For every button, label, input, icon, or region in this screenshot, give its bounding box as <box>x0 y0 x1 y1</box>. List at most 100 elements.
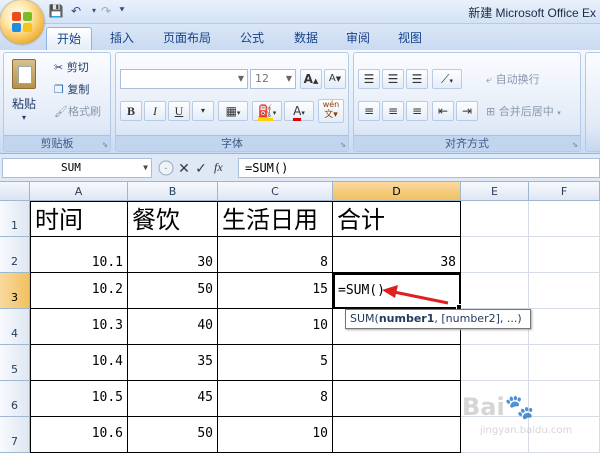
redo-icon[interactable]: ↷ <box>98 3 114 19</box>
table-cell[interactable]: 5 <box>218 345 333 381</box>
save-icon[interactable]: 💾 <box>48 3 64 19</box>
increase-indent-button[interactable]: ⇥ <box>456 101 478 121</box>
column-header[interactable]: E <box>461 182 529 201</box>
column-header-selected[interactable]: D <box>333 182 461 201</box>
table-cell[interactable]: 15 <box>218 273 333 309</box>
office-button[interactable] <box>0 0 44 44</box>
tab-insert[interactable]: 插入 <box>100 27 144 50</box>
table-cell[interactable]: 10.6 <box>30 417 128 453</box>
paste-icon[interactable] <box>12 59 36 89</box>
row-header[interactable]: 5 <box>0 345 30 381</box>
formula-input[interactable]: =SUM() <box>238 158 600 178</box>
shrink-font-button[interactable]: A▼ <box>324 69 346 89</box>
fill-color-button[interactable]: ⛽▾ <box>252 101 282 121</box>
font-name-combo[interactable]: ▼ <box>120 69 248 89</box>
row-header-selected[interactable]: 3 <box>0 273 30 309</box>
table-header-cell[interactable]: 合计 <box>333 201 461 237</box>
table-header-cell[interactable]: 生活日用 <box>218 201 333 237</box>
empty-cell[interactable] <box>529 309 600 345</box>
tab-page-layout[interactable]: 页面布局 <box>152 27 222 50</box>
font-launcher-icon[interactable]: ⬂ <box>340 141 346 149</box>
phonetic-button[interactable]: wén 文▾ <box>318 99 344 123</box>
decrease-indent-button[interactable]: ⇤ <box>432 101 454 121</box>
cancel-icon: ✕ <box>178 161 190 177</box>
table-cell[interactable]: 8 <box>218 381 333 417</box>
merge-center-button[interactable]: ⊞ 合并后居中 ▾ <box>486 103 561 119</box>
align-bottom-button[interactable]: ☰ <box>406 69 428 89</box>
format-painter-button[interactable]: 🖌格式刷 <box>54 103 101 119</box>
table-cell[interactable]: 10.2 <box>30 273 128 309</box>
borders-button[interactable]: ▦▾ <box>218 101 248 121</box>
empty-cell[interactable] <box>461 201 529 237</box>
grow-font-button[interactable]: A▲ <box>300 69 322 89</box>
underline-button[interactable]: U <box>168 101 190 121</box>
table-cell[interactable]: 50 <box>128 273 218 309</box>
tooltip-current-arg[interactable]: number1 <box>379 312 435 325</box>
table-cell[interactable] <box>333 381 461 417</box>
table-cell[interactable]: 35 <box>128 345 218 381</box>
empty-cell[interactable] <box>529 201 600 237</box>
empty-cell[interactable] <box>529 237 600 273</box>
tab-home[interactable]: 开始 <box>46 27 92 50</box>
table-cell[interactable]: 45 <box>128 381 218 417</box>
undo-icon[interactable]: ↶ <box>68 3 84 19</box>
table-cell[interactable]: 50 <box>128 417 218 453</box>
orientation-button[interactable]: ⟋▾ <box>432 69 462 89</box>
align-top-button[interactable]: ☰ <box>358 69 380 89</box>
table-cell[interactable]: 38 <box>333 237 461 273</box>
alignment-launcher-icon[interactable]: ⬂ <box>572 141 578 149</box>
row-header[interactable]: 7 <box>0 417 30 453</box>
table-cell[interactable]: 10.5 <box>30 381 128 417</box>
column-header[interactable]: F <box>529 182 600 201</box>
row-header[interactable]: 1 <box>0 201 30 237</box>
table-cell[interactable] <box>333 417 461 453</box>
row-header[interactable]: 4 <box>0 309 30 345</box>
font-size-combo[interactable]: 12 ▼ <box>250 69 296 89</box>
column-header[interactable]: A <box>30 182 128 201</box>
column-header[interactable]: C <box>218 182 333 201</box>
wrap-text-button[interactable]: ⤶ 自动换行 <box>486 71 540 87</box>
table-cell[interactable] <box>333 345 461 381</box>
empty-cell[interactable] <box>461 237 529 273</box>
table-cell[interactable]: 10.1 <box>30 237 128 273</box>
insert-function-icon[interactable]: fx <box>214 160 223 175</box>
customize-qat-icon[interactable]: ⯆ <box>114 3 130 19</box>
empty-cell[interactable] <box>461 273 529 309</box>
align-center-button[interactable]: ≡ <box>382 101 404 121</box>
select-all-corner[interactable] <box>0 182 30 201</box>
number-group-partial <box>585 52 600 152</box>
row-header[interactable]: 2 <box>0 237 30 273</box>
align-left-button[interactable]: ≡ <box>358 101 380 121</box>
align-right-button[interactable]: ≡ <box>406 101 428 121</box>
copy-button[interactable]: ❐ 复制 <box>54 81 89 97</box>
tab-data[interactable]: 数据 <box>284 27 328 50</box>
empty-cell[interactable] <box>529 273 600 309</box>
cut-button[interactable]: ✂ 剪切 <box>54 59 89 75</box>
table-header-cell[interactable]: 时间 <box>30 201 128 237</box>
table-cell[interactable]: 10.4 <box>30 345 128 381</box>
table-cell[interactable]: 10 <box>218 309 333 345</box>
paste-dropdown-icon[interactable]: ▾ <box>22 113 26 122</box>
table-cell[interactable]: 10 <box>218 417 333 453</box>
table-cell[interactable]: 8 <box>218 237 333 273</box>
align-middle-button[interactable]: ☰ <box>382 69 404 89</box>
empty-cell[interactable] <box>529 345 600 381</box>
row-header[interactable]: 6 <box>0 381 30 417</box>
tab-view[interactable]: 视图 <box>388 27 432 50</box>
table-header-cell[interactable]: 餐饮 <box>128 201 218 237</box>
name-box[interactable]: SUM ▼ <box>2 158 152 178</box>
border-icon: ▦ <box>225 104 237 118</box>
italic-button[interactable]: I <box>144 101 166 121</box>
table-cell[interactable]: 40 <box>128 309 218 345</box>
font-color-button[interactable]: A▾ <box>284 101 314 121</box>
underline-dropdown-icon[interactable]: ▾ <box>192 101 214 121</box>
clipboard-launcher-icon[interactable]: ⬂ <box>102 141 108 149</box>
table-cell[interactable]: 30 <box>128 237 218 273</box>
bold-button[interactable]: B <box>120 101 142 121</box>
tab-formulas[interactable]: 公式 <box>230 27 274 50</box>
empty-cell[interactable] <box>461 345 529 381</box>
table-cell[interactable]: 10.3 <box>30 309 128 345</box>
column-header[interactable]: B <box>128 182 218 201</box>
tab-review[interactable]: 审阅 <box>336 27 380 50</box>
paste-button[interactable]: 粘贴 <box>12 95 36 112</box>
